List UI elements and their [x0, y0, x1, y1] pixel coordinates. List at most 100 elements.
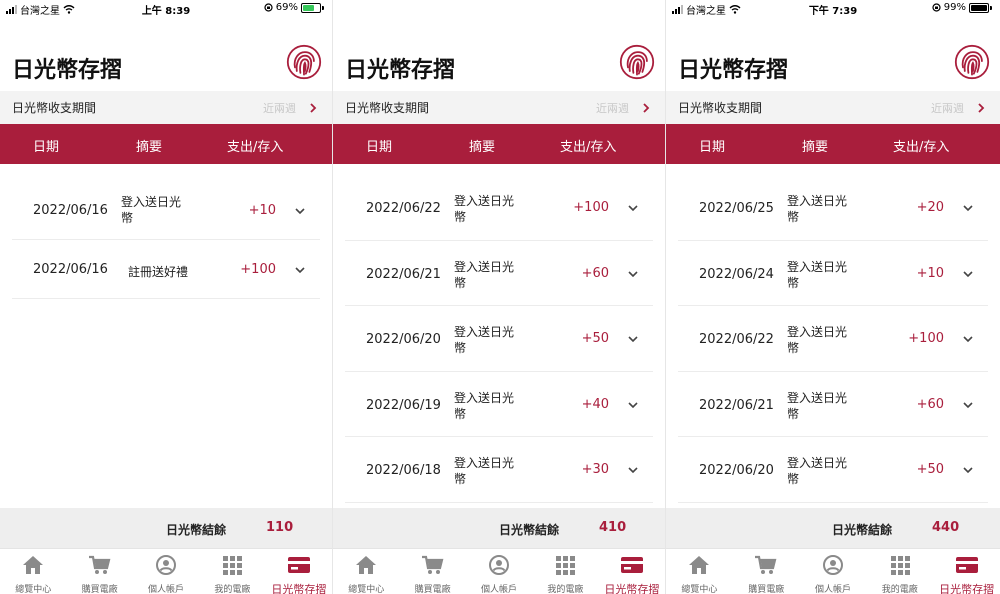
tab-item[interactable]: 個人帳戶	[133, 549, 199, 594]
row-date: 2022/06/24	[699, 266, 774, 282]
fingerprint-icon[interactable]	[619, 44, 655, 80]
chevron-down-icon[interactable]	[962, 461, 974, 474]
table-row[interactable]: 2022/06/22 登入送日光幣 +100	[678, 306, 988, 372]
row-amount: +60	[581, 265, 609, 281]
tab-item[interactable]: 總覽中心	[0, 549, 66, 594]
chevron-down-icon[interactable]	[294, 261, 306, 274]
row-summary: 登入送日光幣	[454, 325, 515, 355]
home-icon	[21, 554, 45, 580]
battery-icon	[301, 2, 324, 13]
row-amount: +50	[581, 331, 609, 346]
tab-label: 購買電廠	[81, 585, 118, 594]
balance-label: 日光幣結餘	[832, 523, 893, 537]
row-date: 2022/06/21	[699, 397, 774, 413]
row-summary: 註冊送好禮	[128, 265, 189, 279]
tab-item[interactable]: 日光幣存摺	[266, 549, 332, 594]
tab-item[interactable]: 個人帳戶	[800, 549, 867, 594]
table-row[interactable]: 2022/06/20 登入送日光幣 +50	[345, 306, 653, 372]
period-value: 近兩週	[263, 102, 296, 115]
balance-value: 440	[932, 520, 960, 535]
app-screen: 日光幣存摺 日光幣收支期間 近兩週 日期 摘要 支出/存入 2022/06/22 登入送日光…	[333, 0, 666, 594]
fingerprint-icon[interactable]	[954, 44, 990, 80]
chevron-down-icon[interactable]	[962, 265, 974, 277]
tab-item[interactable]: 日光幣存摺	[933, 549, 1000, 594]
chevron-down-icon[interactable]	[962, 330, 974, 343]
tab-label: 我的電廠	[214, 585, 251, 594]
chevron-down-icon[interactable]	[294, 202, 306, 215]
column-date: 日期	[699, 140, 726, 155]
table-row[interactable]: 2022/06/20 登入送日光幣 +50	[678, 437, 988, 503]
tab-bar: 總覽中心 購買電廠 個人帳戶 我的電廠 日光幣存摺	[666, 548, 1000, 594]
tab-item[interactable]: 我的電廠	[199, 549, 265, 594]
row-date: 2022/06/20	[699, 463, 774, 478]
period-selector[interactable]: 日光幣收支期間 近兩週	[333, 91, 665, 124]
chevron-down-icon[interactable]	[627, 461, 639, 474]
table-row[interactable]: 2022/06/24 登入送日光幣 +10	[678, 241, 988, 306]
tab-item[interactable]: 總覽中心	[333, 549, 399, 594]
tab-item[interactable]: 總覽中心	[666, 549, 733, 594]
cart-icon	[88, 554, 112, 580]
chevron-down-icon[interactable]	[627, 265, 639, 277]
row-summary: 登入送日光幣	[787, 456, 848, 486]
tab-label: 日光幣存摺	[271, 583, 327, 594]
tab-item[interactable]: 購買電廠	[733, 549, 800, 594]
fingerprint-button[interactable]	[619, 44, 655, 80]
chevron-down-icon[interactable]	[627, 199, 639, 212]
tab-item[interactable]: 個人帳戶	[466, 549, 532, 594]
tab-label: 總覽中心	[681, 585, 718, 594]
table-row[interactable]: 2022/06/25 登入送日光幣 +20	[678, 175, 988, 241]
table-row[interactable]: 2022/06/21 登入送日光幣 +60	[345, 241, 653, 306]
tab-label: 總覽中心	[348, 585, 385, 594]
tab-item[interactable]: 我的電廠	[866, 549, 933, 594]
table-row[interactable]: 2022/06/19 登入送日光幣 +40	[345, 372, 653, 437]
transaction-list: 2022/06/22 登入送日光幣 +100 2022/06/21 登入送日光幣 +60 2…	[333, 164, 665, 508]
chevron-right-icon	[643, 103, 650, 113]
chevron-down-icon[interactable]	[962, 396, 974, 408]
period-selector[interactable]: 日光幣收支期間 近兩週	[666, 91, 1000, 124]
transaction-list: 2022/06/16 登入送日光幣 +10 2022/06/16 註冊送好禮 +100	[0, 164, 332, 508]
rotation-lock-icon	[264, 3, 273, 12]
battery-icon	[969, 2, 992, 13]
grid-icon	[553, 554, 577, 580]
user-icon	[487, 554, 511, 580]
tab-item[interactable]: 購買電廠	[399, 549, 465, 594]
chevron-down-icon[interactable]	[627, 396, 639, 408]
column-summary: 摘要	[136, 140, 163, 155]
row-summary: 登入送日光幣	[121, 195, 182, 225]
table-row[interactable]: 2022/06/21 登入送日光幣 +60	[678, 372, 988, 437]
tab-label: 購買電廠	[414, 585, 451, 594]
table-row[interactable]: 2022/06/18 登入送日光幣 +30	[345, 437, 653, 503]
chevron-down-icon[interactable]	[627, 330, 639, 343]
tab-item[interactable]: 購買電廠	[66, 549, 132, 594]
period-label: 日光幣收支期間	[678, 101, 763, 115]
table-row[interactable]: 2022/06/22 登入送日光幣 +100	[345, 175, 653, 241]
tab-item[interactable]: 日光幣存摺	[599, 549, 665, 594]
fingerprint-icon[interactable]	[286, 44, 322, 80]
balance-value: 410	[599, 520, 627, 535]
row-amount: +10	[248, 203, 276, 218]
page-title: 日光幣存摺	[678, 58, 789, 83]
row-date: 2022/06/21	[366, 266, 441, 282]
column-date: 日期	[33, 140, 60, 155]
row-amount: +40	[581, 396, 609, 412]
balance-label: 日光幣結餘	[166, 523, 227, 537]
tab-item[interactable]: 我的電廠	[532, 549, 598, 594]
page-title: 日光幣存摺	[12, 58, 123, 83]
tab-label: 個人帳戶	[148, 585, 185, 594]
table-row[interactable]: 2022/06/16 註冊送好禮 +100	[12, 240, 320, 299]
battery-percent: 99%	[943, 2, 966, 13]
table-row[interactable]: 2022/06/16 登入送日光幣 +10	[12, 181, 320, 240]
status-bar: 台灣之星 下午 7:39 99%	[666, 0, 1000, 18]
row-summary: 登入送日光幣	[787, 325, 848, 355]
row-date: 2022/06/16	[33, 203, 108, 218]
chevron-down-icon[interactable]	[962, 199, 974, 212]
tab-label: 購買電廠	[748, 585, 785, 594]
row-amount: +100	[240, 262, 276, 277]
fingerprint-button[interactable]	[286, 44, 322, 80]
column-date: 日期	[366, 140, 393, 155]
chevron-right-icon	[310, 103, 317, 113]
period-selector[interactable]: 日光幣收支期間 近兩週	[0, 91, 332, 124]
card-icon	[620, 554, 644, 580]
battery-percent: 69%	[275, 2, 298, 13]
fingerprint-button[interactable]	[954, 44, 990, 80]
